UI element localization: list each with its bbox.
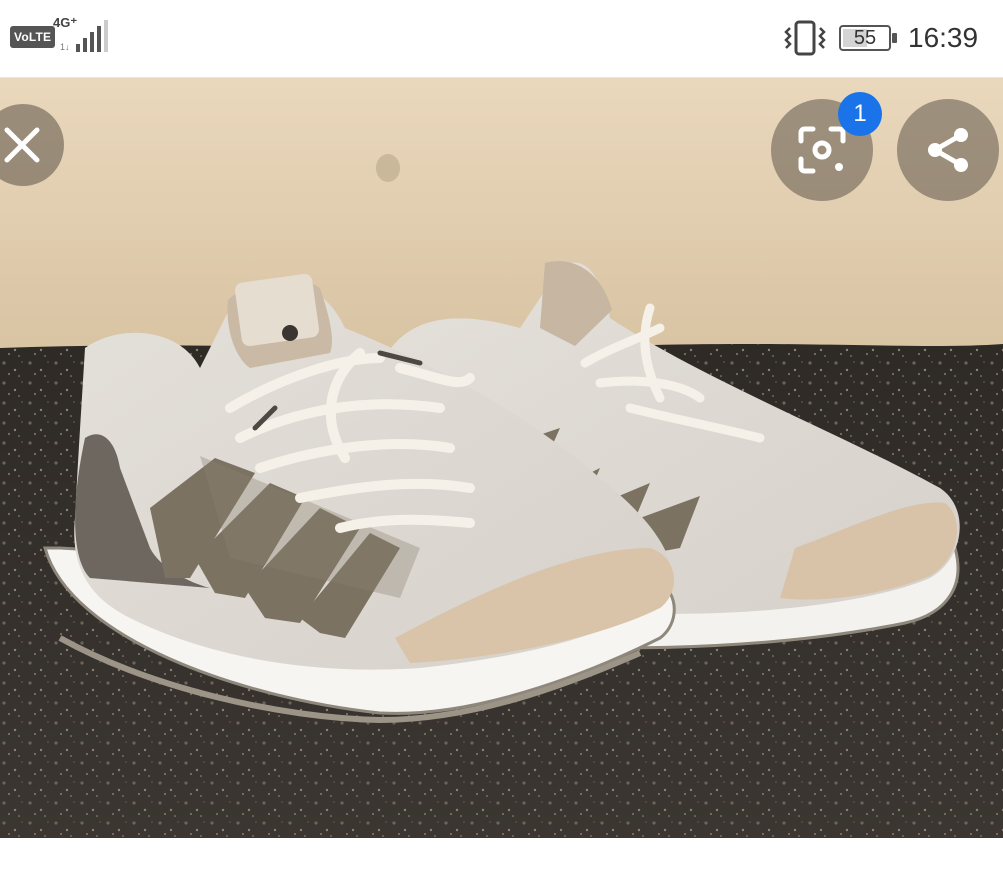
status-bar: VoLTE 4G⁺ 1↓ 55 16:39 [0, 0, 1003, 78]
status-clock: 16:39 [908, 22, 979, 53]
signal-icon: 1↓ [60, 20, 108, 52]
lens-search-icon [798, 126, 846, 174]
battery-percentage: 55 [853, 27, 877, 49]
bottom-blank-area [0, 838, 1003, 873]
lens-result-badge: 1 [838, 92, 882, 136]
svg-text:1↓: 1↓ [60, 42, 70, 52]
vibrate-icon [784, 20, 826, 56]
sneaker-photo[interactable] [0, 78, 1003, 838]
volte-badge: VoLTE [10, 26, 56, 48]
close-icon [4, 127, 40, 163]
sneaker-image [0, 78, 1003, 838]
share-button[interactable] [897, 99, 999, 201]
share-icon [928, 128, 968, 172]
